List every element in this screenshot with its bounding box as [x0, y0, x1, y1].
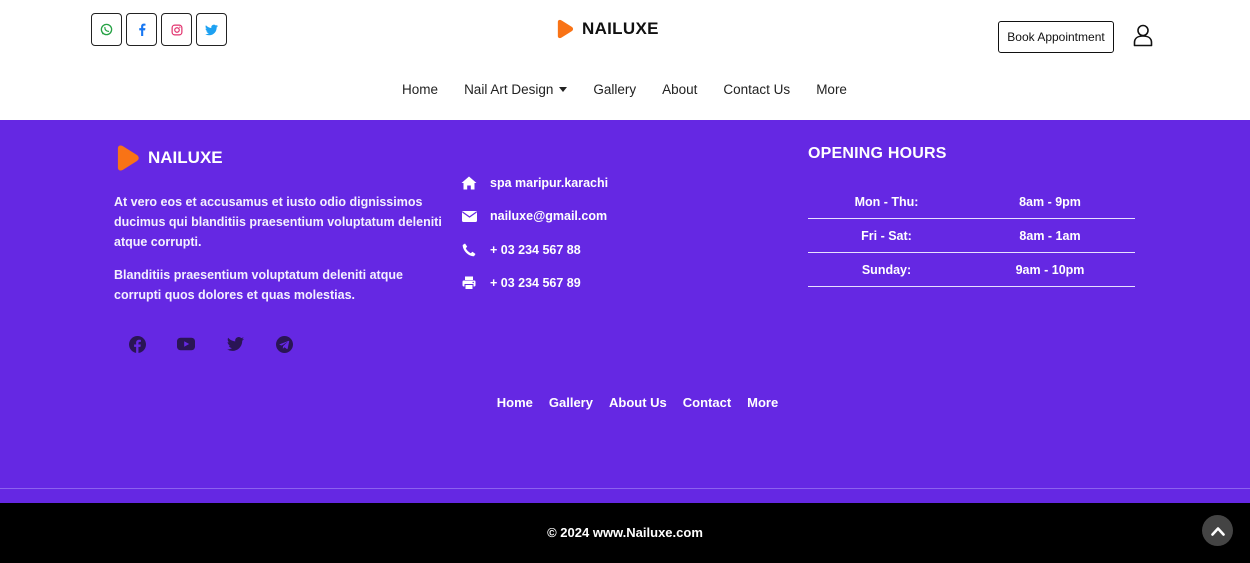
hours-day: Fri - Sat:	[861, 228, 912, 243]
whatsapp-button[interactable]	[91, 13, 122, 46]
footer-description-secondary: Blanditiis praesentium voluptatum deleni…	[114, 268, 403, 302]
nav-label: More	[816, 82, 847, 97]
facebook-icon	[138, 23, 145, 36]
hours-time: 9am - 10pm	[1015, 262, 1085, 277]
copyright-text: © 2024 www.Nailuxe.com	[547, 525, 703, 540]
facebook-button[interactable]	[126, 13, 157, 46]
whatsapp-icon	[100, 23, 113, 36]
hours-day: Mon - Thu:	[854, 194, 919, 209]
twitter-icon	[226, 337, 244, 351]
hours-day: Sunday:	[861, 262, 912, 277]
printer-icon	[461, 275, 477, 291]
main-nav: Home Nail Art Design Gallery About Conta…	[0, 78, 1250, 101]
nav-label: About	[662, 82, 698, 97]
contact-info: spa maripur.karachi nailuxe@gmail.com + …	[461, 166, 608, 300]
user-icon[interactable]	[1131, 23, 1155, 47]
email-text: nailuxe@gmail.com	[490, 209, 608, 224]
contact-phone[interactable]: + 03 234 567 88	[461, 233, 608, 267]
home-icon	[461, 175, 477, 191]
hours-row: Fri - Sat: 8am - 1am	[808, 219, 1135, 253]
back-to-top-button[interactable]	[1202, 515, 1233, 546]
logo-icon	[557, 19, 574, 39]
footer-link-home[interactable]: Home	[497, 395, 533, 410]
header-logo[interactable]: NAILUXE	[555, 19, 659, 39]
footer-brand-name: NAILUXE	[148, 148, 223, 167]
hours-row: Sunday: 9am - 10pm	[808, 253, 1135, 287]
footer-link-contact[interactable]: Contact	[683, 395, 731, 410]
nav-label: Home	[402, 82, 439, 97]
footer-link-about-us[interactable]: About Us	[609, 395, 667, 410]
copyright-bar: © 2024 www.Nailuxe.com	[0, 503, 1250, 563]
footer-links: Home Gallery About Us Contact More	[0, 395, 1250, 410]
footer-description: At vero eos et accusamus et iusto odio d…	[114, 195, 442, 249]
nav-item-contact-us[interactable]: Contact Us	[710, 78, 803, 101]
opening-hours-title: OPENING HOURS	[808, 145, 947, 162]
address-text: spa maripur.karachi	[490, 175, 609, 190]
twitter-icon	[205, 24, 218, 35]
instagram-button[interactable]	[161, 13, 192, 46]
telegram-icon	[275, 335, 293, 353]
telegram-link[interactable]	[275, 335, 293, 353]
nav-label: Contact Us	[723, 82, 791, 97]
facebook-icon	[128, 335, 146, 353]
instagram-icon	[171, 24, 182, 35]
twitter-button[interactable]	[196, 13, 227, 46]
nav-label: Gallery	[593, 82, 637, 97]
opening-hours-table: Mon - Thu: 8am - 9pm Fri - Sat: 8am - 1a…	[808, 185, 1135, 287]
brand-name: NAILUXE	[582, 19, 659, 38]
phone-icon	[461, 242, 477, 258]
hours-time: 8am - 1am	[1019, 228, 1081, 243]
footer-divider	[0, 488, 1250, 489]
nav-item-about[interactable]: About	[649, 78, 710, 101]
hours-row: Mon - Thu: 8am - 9pm	[808, 185, 1135, 219]
footer-logo[interactable]: NAILUXE	[114, 144, 223, 172]
nav-item-home[interactable]: Home	[389, 78, 451, 101]
footer-social-links	[128, 335, 293, 353]
phone-text: + 03 234 567 88	[490, 242, 581, 257]
dropdown-caret-icon	[559, 87, 568, 92]
nav-item-more[interactable]: More	[803, 78, 860, 101]
footer-link-more[interactable]: More	[747, 395, 778, 410]
envelope-icon	[461, 208, 477, 224]
twitter-link[interactable]	[226, 335, 244, 353]
header-social-links	[91, 13, 227, 46]
contact-fax: + 03 234 567 89	[461, 267, 608, 301]
youtube-link[interactable]	[177, 335, 195, 353]
chevron-up-icon	[1210, 526, 1225, 536]
footer-link-gallery[interactable]: Gallery	[549, 395, 593, 410]
logo-icon	[117, 145, 139, 171]
contact-email[interactable]: nailuxe@gmail.com	[461, 200, 608, 234]
facebook-link[interactable]	[128, 335, 146, 353]
nav-item-nail-art-design[interactable]: Nail Art Design	[451, 78, 580, 101]
contact-address: spa maripur.karachi	[461, 166, 608, 200]
nav-label: Nail Art Design	[464, 82, 554, 97]
book-appointment-button[interactable]: Book Appointment	[998, 21, 1114, 53]
youtube-icon	[177, 337, 195, 351]
site-footer: NAILUXE At vero eos et accusamus et iust…	[0, 120, 1250, 503]
nav-item-gallery[interactable]: Gallery	[580, 78, 649, 101]
fax-text: + 03 234 567 89	[490, 276, 581, 291]
site-header: NAILUXE Book Appointment Home Nail Art D…	[0, 0, 1250, 120]
hours-time: 8am - 9pm	[1019, 194, 1081, 209]
